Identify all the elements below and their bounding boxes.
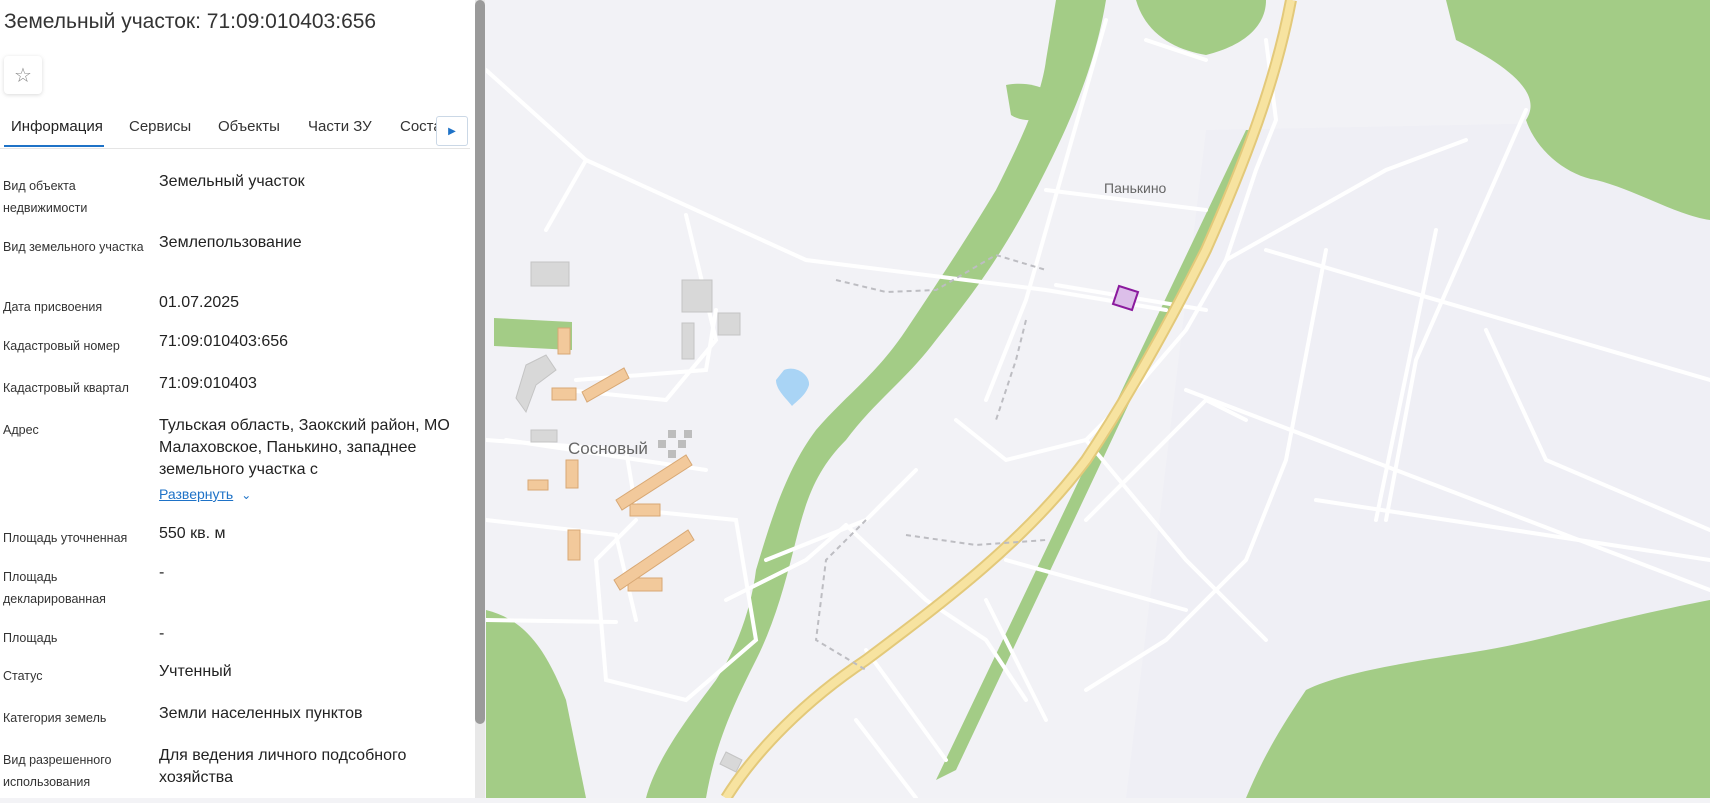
field-value: 550 кв. м [159,525,226,542]
field-label: Дата присвоения [3,300,103,314]
field-value: Тульская область, Заокский район, МО Мал… [159,415,459,506]
expand-link[interactable]: Развернуть [159,486,233,502]
tabs-next-button[interactable]: ▶ [436,116,468,146]
star-icon: ☆ [14,64,32,87]
field-value: Для ведения личного подсобного хозяйства [159,747,407,786]
map-label-sosnovy: Сосновый [568,439,648,458]
favorite-button[interactable]: ☆ [4,56,42,94]
field-value: Земли населенных пунктов [159,705,363,722]
map-view[interactable]: Сосновый Панькино [484,0,1710,802]
field-value: - [159,564,165,581]
tab-parts[interactable]: Части ЗУ [308,118,372,135]
map-canvas[interactable] [484,0,1710,802]
active-tab-indicator [4,145,104,147]
field-label: Кадастровый номер [3,339,120,353]
field-value: Земельный участок [159,173,305,190]
field-label: Кадастровый квартал [3,381,129,395]
field-label: Адрес [3,423,39,437]
panel-scrollbar-thumb[interactable] [475,0,485,724]
page-title: Земельный участок: 71:09:010403:656 [4,10,377,33]
field-value: Учтенный [159,663,232,680]
chevron-down-icon[interactable]: ⌄ [241,488,251,502]
field-label: Площадь [3,631,58,645]
info-panel: Земельный участок: 71:09:010403:656 ☆ Ин… [0,0,477,798]
field-value: 71:09:010403 [159,375,257,392]
field-value: - [159,625,165,642]
field-value: 71:09:010403:656 [159,333,289,350]
tab-information[interactable]: Информация [11,118,103,135]
tab-objects[interactable]: Объекты [218,118,280,135]
field-label: Категория земель [3,711,107,725]
tab-services[interactable]: Сервисы [129,118,191,135]
chevron-right-icon: ▶ [448,125,456,137]
address-text: Тульская область, Заокский район, МО Мал… [159,417,450,478]
field-value: 01.07.2025 [159,294,240,311]
field-label: Вид объекта недвижимости [3,179,88,215]
field-label: Статус [3,669,43,683]
field-label: Вид земельного участка [3,240,144,254]
field-label: Вид разрешенного использования [3,753,112,789]
tab-bar: Информация Сервисы Объекты Части ЗУ Сост… [0,110,470,149]
field-value: Землепользование [159,234,302,251]
map-label-pankino: Панькино [1104,180,1167,196]
field-label: Площадь уточненная [3,531,128,545]
field-label: Площадь декларированная [3,570,106,606]
